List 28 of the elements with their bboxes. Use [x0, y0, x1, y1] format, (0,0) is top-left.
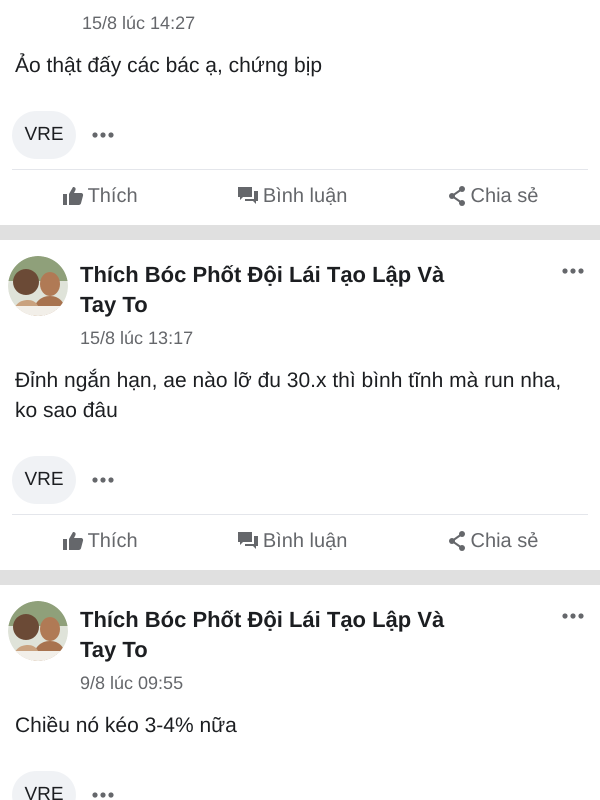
share-icon — [446, 184, 467, 206]
like-button[interactable]: Thích — [62, 526, 138, 556]
share-button[interactable]: Chia sẻ — [446, 180, 538, 210]
more-icon[interactable] — [92, 477, 114, 483]
more-icon[interactable] — [562, 613, 584, 619]
more-icon[interactable] — [92, 132, 114, 138]
share-icon — [446, 530, 467, 552]
tag-chip[interactable]: VRE — [12, 771, 76, 800]
more-icon[interactable] — [92, 792, 114, 798]
post-text: Đỉnh ngắn hạn, ae nào lỡ đu 30.x thì bình tĩnh mà run nha, ko sao đâu — [14, 368, 562, 424]
thumbs-up-icon — [62, 530, 84, 550]
author-name[interactable]: Thích Bóc Phốt Đội Lái Tạo Lập Và Tay To — [80, 605, 480, 665]
post-time: 15/8 lúc 13:17 — [80, 327, 194, 350]
post-time: 9/8 lúc 09:55 — [80, 672, 184, 695]
more-icon[interactable] — [562, 268, 584, 274]
comment-button[interactable]: Bình luận — [236, 526, 348, 556]
author-name[interactable]: Thích Bóc Phốt Đội Lái Tạo Lập Và Tay To — [80, 260, 480, 320]
tag-chip[interactable]: VRE — [12, 456, 76, 504]
thumbs-up-icon — [62, 186, 84, 206]
speech-bubbles-icon — [236, 530, 259, 550]
share-button[interactable]: Chia sẻ — [446, 526, 538, 556]
speech-bubbles-icon — [236, 186, 259, 206]
tag-chip[interactable]: VRE — [12, 111, 76, 159]
like-button[interactable]: Thích — [62, 180, 138, 210]
post-text: Ảo thật đấy các bác ạ, chứng bịp — [14, 52, 324, 79]
post-time: 15/8 lúc 14:27 — [82, 12, 196, 35]
comment-button[interactable]: Bình luận — [236, 180, 348, 210]
post-text: Chiều nó kéo 3-4% nữa — [14, 713, 238, 739]
